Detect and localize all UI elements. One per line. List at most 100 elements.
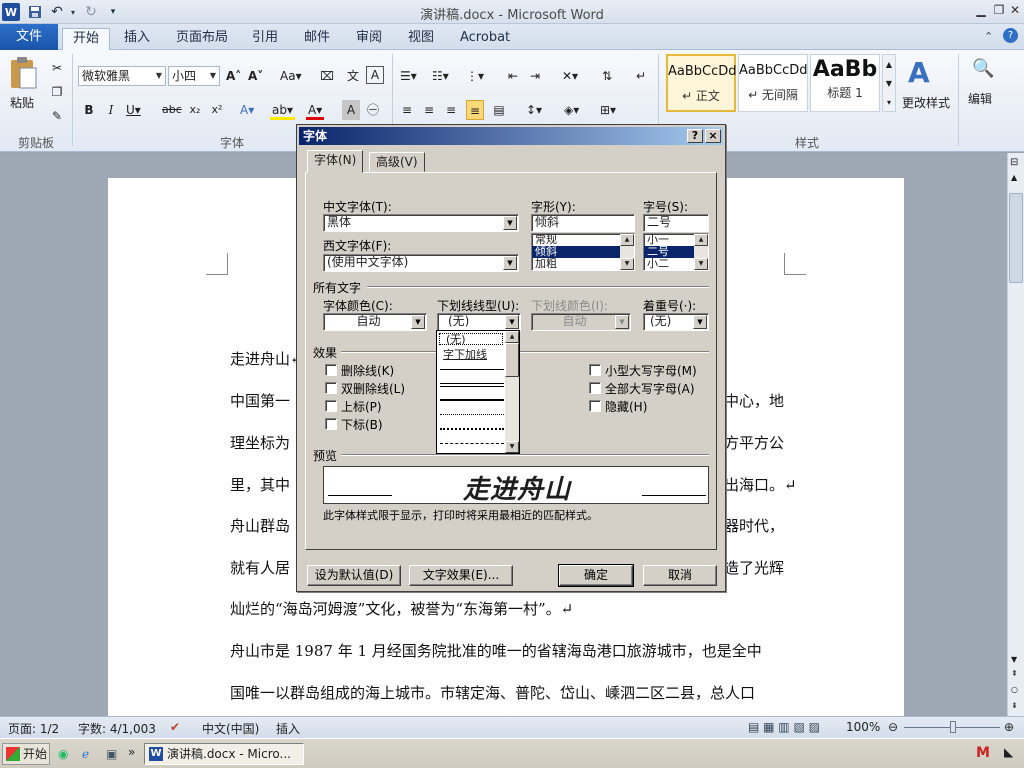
change-case-icon[interactable]: Aa▾: [278, 66, 304, 86]
character-border-icon[interactable]: A: [366, 66, 384, 84]
copy-icon[interactable]: ❐: [48, 82, 66, 102]
tab-file[interactable]: 文件: [0, 24, 58, 50]
clear-format-icon[interactable]: ⌧: [318, 66, 336, 86]
zoom-in-icon[interactable]: ⊕: [1004, 720, 1014, 734]
editing-label[interactable]: 编辑: [968, 90, 992, 107]
font-name-combo[interactable]: 微软雅黑 ▼: [78, 66, 166, 86]
scroll-thumb[interactable]: [1009, 193, 1023, 283]
borders-icon[interactable]: ⊞▾: [598, 100, 618, 120]
language-status[interactable]: 中文(中国): [202, 720, 259, 737]
hidden-label[interactable]: 隐藏(H): [605, 398, 647, 415]
chinese-font-field[interactable]: 黑体 ▼: [323, 214, 519, 232]
proofing-icon[interactable]: ✔: [170, 720, 180, 734]
font-size-input[interactable]: 二号: [643, 214, 709, 232]
all-caps-checkbox[interactable]: [589, 382, 601, 394]
scroll-down-arrow[interactable]: ▼: [694, 258, 708, 270]
strikethrough-label[interactable]: 删除线(K): [341, 362, 394, 379]
underline-style-field[interactable]: (无) ▼: [437, 313, 521, 331]
tab-view[interactable]: 视图: [398, 28, 444, 50]
italic-icon[interactable]: I: [102, 100, 120, 120]
grow-font-icon[interactable]: A˄: [224, 66, 243, 86]
word-count[interactable]: 字数: 4/1,003: [78, 720, 156, 737]
cancel-button[interactable]: 取消: [643, 565, 717, 586]
text-effects-button[interactable]: 文字效果(E)...: [409, 565, 513, 586]
browse-object-icon[interactable]: ○: [1011, 685, 1018, 694]
enclose-characters-icon[interactable]: ㊀: [364, 100, 382, 120]
tab-advanced[interactable]: 高级(V): [369, 152, 425, 172]
help-button[interactable]: ?: [687, 129, 703, 143]
ok-button[interactable]: 确定: [558, 564, 634, 587]
align-left-icon[interactable]: ≡: [398, 100, 416, 120]
paste-icon[interactable]: [8, 56, 38, 90]
font-size-combo[interactable]: 小四 ▼: [168, 66, 220, 86]
scroll-up-arrow[interactable]: ▲: [620, 234, 634, 246]
superscript-checkbox[interactable]: [325, 400, 337, 412]
scroll-down-arrow[interactable]: ▼: [620, 258, 634, 270]
tab-insert[interactable]: 插入: [114, 28, 160, 50]
underline-thick-dotted-option[interactable]: [440, 428, 504, 430]
format-painter-icon[interactable]: ✎: [48, 106, 66, 126]
set-default-button[interactable]: 设为默认值(D): [307, 565, 401, 586]
tab-acrobat[interactable]: Acrobat: [450, 28, 520, 50]
font-color-icon[interactable]: A▾: [306, 100, 325, 120]
phonetic-guide-icon[interactable]: 文: [344, 66, 362, 86]
styles-scroll[interactable]: ▲ ▼ ▾: [882, 54, 896, 112]
bullets-icon[interactable]: ☰▾: [398, 66, 419, 86]
scroll-down-arrow[interactable]: ▼: [1011, 655, 1017, 664]
more-icon[interactable]: »: [128, 745, 135, 759]
shading-icon[interactable]: ◈▾: [562, 100, 581, 120]
double-strikethrough-checkbox[interactable]: [325, 382, 337, 394]
chevron-down-icon[interactable]: ▼: [503, 216, 517, 230]
tab-home[interactable]: 开始: [62, 28, 111, 51]
insert-mode[interactable]: 插入: [276, 720, 300, 737]
justify-icon[interactable]: ≡: [466, 100, 484, 120]
strikethrough-checkbox[interactable]: [325, 364, 337, 376]
double-strikethrough-label[interactable]: 双删除线(L): [341, 380, 405, 397]
font-size-list[interactable]: 小一 二号 小二 ▲ ▼: [643, 233, 709, 271]
scroll-up-arrow[interactable]: ▲: [694, 234, 708, 246]
list-scrollbar[interactable]: ▲ ▼: [620, 234, 634, 270]
change-styles-label[interactable]: 更改样式: [902, 94, 950, 111]
line-spacing-icon[interactable]: ↕▾: [524, 100, 544, 120]
page-count[interactable]: 页面: 1/2: [8, 720, 59, 737]
previous-page-icon[interactable]: ⇞: [1011, 669, 1018, 678]
shrink-font-icon[interactable]: A˅: [246, 66, 265, 86]
help-icon[interactable]: ?: [1003, 28, 1018, 43]
list-item-selected[interactable]: (无): [439, 333, 503, 345]
minimize-ribbon-icon[interactable]: ⌃: [984, 30, 993, 43]
ruler-toggle-icon[interactable]: ⊟: [1010, 157, 1018, 168]
align-right-icon[interactable]: ≡: [442, 100, 460, 120]
all-caps-label[interactable]: 全部大写字母(A): [605, 380, 695, 397]
list-scrollbar[interactable]: ▲ ▼: [694, 234, 708, 270]
small-caps-label[interactable]: 小型大写字母(M): [605, 362, 697, 379]
close-button[interactable]: ✕: [1006, 2, 1024, 18]
superscript-label[interactable]: 上标(P): [341, 398, 382, 415]
underline-style-dropdown[interactable]: (无) 字下加线 ▲ ▼: [436, 330, 520, 454]
dialog-close-button[interactable]: ×: [705, 129, 721, 143]
underline-double-option[interactable]: [440, 383, 504, 387]
font-style-list[interactable]: 常规 倾斜 加粗 ▲ ▼: [531, 233, 635, 271]
hidden-checkbox[interactable]: [589, 400, 601, 412]
paste-label[interactable]: 粘贴: [10, 94, 34, 111]
zoom-level[interactable]: 100%: [846, 720, 880, 734]
tab-font[interactable]: 字体(N): [307, 150, 364, 173]
tab-references[interactable]: 引用: [242, 28, 288, 50]
tray-icon[interactable]: ◣: [1004, 745, 1013, 759]
browser-icon[interactable]: ℯ: [82, 747, 89, 761]
tab-mailings[interactable]: 邮件: [294, 28, 340, 50]
character-shading-icon[interactable]: A: [342, 100, 360, 120]
quicklaunch-icon[interactable]: ▣: [106, 747, 117, 761]
chinese-layout-icon[interactable]: ✕▾: [560, 66, 580, 86]
text-effects-icon[interactable]: A▾: [238, 100, 256, 120]
find-icon[interactable]: 🔍: [972, 58, 994, 79]
western-font-field[interactable]: (使用中文字体) ▼: [323, 254, 519, 272]
list-item[interactable]: 加粗: [532, 258, 634, 270]
increase-indent-icon[interactable]: ⇥: [526, 66, 544, 86]
numbering-icon[interactable]: ☷▾: [430, 66, 451, 86]
underline-thick-option[interactable]: [440, 399, 504, 401]
chevron-down-icon[interactable]: ▼: [693, 315, 707, 329]
start-button[interactable]: 开始: [2, 743, 50, 765]
show-marks-icon[interactable]: ↵: [632, 66, 650, 86]
font-color-field[interactable]: 自动 ▼: [323, 313, 427, 331]
underline-dashed-option[interactable]: [440, 443, 504, 444]
